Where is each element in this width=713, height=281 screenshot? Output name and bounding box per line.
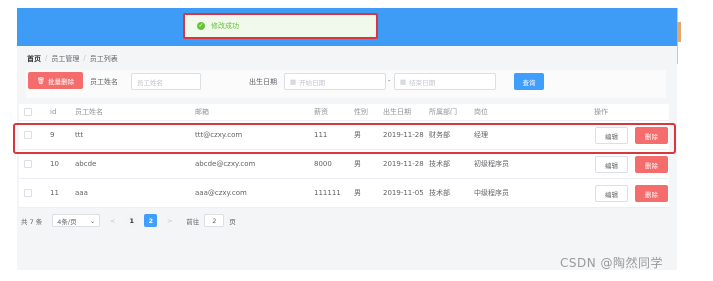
breadcrumb-home[interactable]: 首页 [27, 54, 41, 64]
edge-marker [677, 22, 681, 42]
cell-name: abcde [75, 160, 97, 168]
employee-name-label: 员工姓名 [90, 78, 118, 86]
batch-delete-label: 批量删除 [48, 77, 75, 86]
pagination-total: 共 7 条 [21, 217, 43, 226]
breadcrumb-employee-management: 员工管理 [51, 55, 80, 63]
goto-label: 前往 [186, 217, 200, 226]
breadcrumb-employee-list: 员工列表 [89, 55, 118, 63]
next-page-button[interactable]: > [163, 214, 176, 227]
column-header-email: 邮箱 [195, 108, 209, 116]
row-checkbox[interactable] [24, 179, 32, 207]
cell-salary: 111 [314, 131, 328, 139]
cell-id: 10 [50, 160, 59, 168]
cell-dept: 技术部 [429, 160, 450, 168]
column-header-id: id [50, 108, 57, 116]
main-content: 首页 / 员工管理 / 员工列表 🗑 批量删除 员工姓名 员工姓名 出生日期 ▦… [17, 46, 677, 270]
pagination: 共 7 条 4条/页 ⌄ < 1 2 > 前往 2 页 [21, 213, 236, 228]
edit-button[interactable]: 编辑 [595, 185, 628, 202]
breadcrumb-separator: / [83, 54, 86, 62]
start-date-placeholder: 开始日期 [299, 78, 326, 87]
query-button[interactable]: 查询 [514, 73, 544, 90]
chevron-down-icon: ⌄ [89, 216, 96, 225]
page-button-1[interactable]: 1 [125, 214, 139, 227]
cell-birth: 2019-11-28 [383, 160, 424, 168]
cell-birth: 2019-11-28 [383, 131, 424, 139]
search-form: 🗑 批量删除 员工姓名 员工姓名 出生日期 ▦ 开始日期 - ▦ 结束日期 查询 [26, 70, 666, 98]
birth-date-label: 出生日期 [249, 78, 277, 86]
prev-page-button[interactable]: < [106, 214, 119, 227]
cell-name: ttt [75, 131, 84, 139]
employee-name-placeholder: 员工姓名 [137, 78, 163, 87]
cell-salary: 8000 [314, 160, 332, 168]
date-range-separator: - [388, 77, 391, 85]
table-row: 11 aaa aaa@czxy.com 111111 男 2019-11-05 … [19, 179, 669, 208]
toast-message: 修改成功 [211, 22, 239, 30]
page: ✓ 修改成功 首页 / 员工管理 / 员工列表 🗑 批量删除 员工姓名 员工姓名… [0, 0, 713, 281]
page-button-2[interactable]: 2 [144, 214, 158, 227]
cell-email: ttt@czxy.com [195, 131, 243, 139]
delete-button[interactable]: 删除 [635, 127, 668, 144]
start-date-input[interactable]: ▦ 开始日期 [284, 73, 386, 90]
employee-name-input[interactable]: 员工姓名 [131, 73, 201, 90]
column-header-actions: 操作 [594, 108, 608, 116]
cell-name: aaa [75, 189, 88, 197]
table-header-row: id 员工姓名 邮箱 薪资 性别 出生日期 所属部门 岗位 操作 [19, 104, 669, 121]
batch-delete-button[interactable]: 🗑 批量删除 [28, 72, 83, 89]
breadcrumb: 首页 / 员工管理 / 员工列表 [27, 54, 118, 64]
cell-gender: 男 [354, 131, 361, 139]
cell-gender: 男 [354, 189, 361, 197]
edit-button[interactable]: 编辑 [595, 127, 628, 144]
breadcrumb-separator: / [45, 54, 48, 62]
cell-gender: 男 [354, 160, 361, 168]
end-date-input[interactable]: ▦ 结束日期 [394, 73, 496, 90]
delete-button[interactable]: 删除 [635, 185, 668, 202]
cell-email: aaa@czxy.com [195, 189, 247, 197]
watermark: CSDN @陶然同学 [560, 256, 664, 270]
end-date-placeholder: 结束日期 [409, 78, 436, 87]
page-size-value: 4条/页 [57, 217, 77, 226]
cell-salary: 111111 [314, 189, 341, 197]
success-toast: ✓ 修改成功 [183, 13, 378, 39]
row-checkbox[interactable] [24, 121, 32, 149]
calendar-icon: ▦ [290, 77, 297, 86]
column-header-birth: 出生日期 [383, 108, 411, 116]
cell-id: 9 [50, 131, 55, 139]
cell-post: 经理 [474, 131, 488, 139]
delete-button[interactable]: 删除 [635, 156, 668, 173]
page-size-select[interactable]: 4条/页 ⌄ [52, 214, 101, 227]
calendar-icon: ▦ [400, 77, 407, 86]
row-checkbox[interactable] [24, 150, 32, 178]
check-circle-icon: ✓ [197, 22, 205, 30]
cell-birth: 2019-11-05 [383, 189, 424, 197]
edit-button[interactable]: 编辑 [595, 156, 628, 173]
cell-id: 11 [50, 189, 59, 197]
cell-email: abcde@czxy.com [195, 160, 256, 168]
column-header-salary: 薪资 [314, 108, 328, 116]
column-header-dept: 所属部门 [429, 108, 457, 116]
page-unit-label: 页 [229, 217, 236, 226]
column-header-post: 岗位 [474, 108, 488, 116]
cell-post: 中级程序员 [474, 189, 509, 197]
table-row: 9 ttt ttt@czxy.com 111 男 2019-11-28 财务部 … [19, 121, 669, 150]
employee-table: id 员工姓名 邮箱 薪资 性别 出生日期 所属部门 岗位 操作 9 ttt t… [19, 104, 669, 208]
column-header-gender: 性别 [354, 108, 368, 116]
cell-dept: 技术部 [429, 189, 450, 197]
goto-page-input[interactable]: 2 [204, 214, 225, 227]
table-row: 10 abcde abcde@czxy.com 8000 男 2019-11-2… [19, 150, 669, 179]
cell-post: 初级程序员 [474, 160, 509, 168]
select-all-checkbox[interactable] [24, 104, 32, 120]
trash-icon: 🗑 [36, 76, 46, 85]
cell-dept: 财务部 [429, 131, 450, 139]
column-header-name: 员工姓名 [75, 108, 103, 116]
